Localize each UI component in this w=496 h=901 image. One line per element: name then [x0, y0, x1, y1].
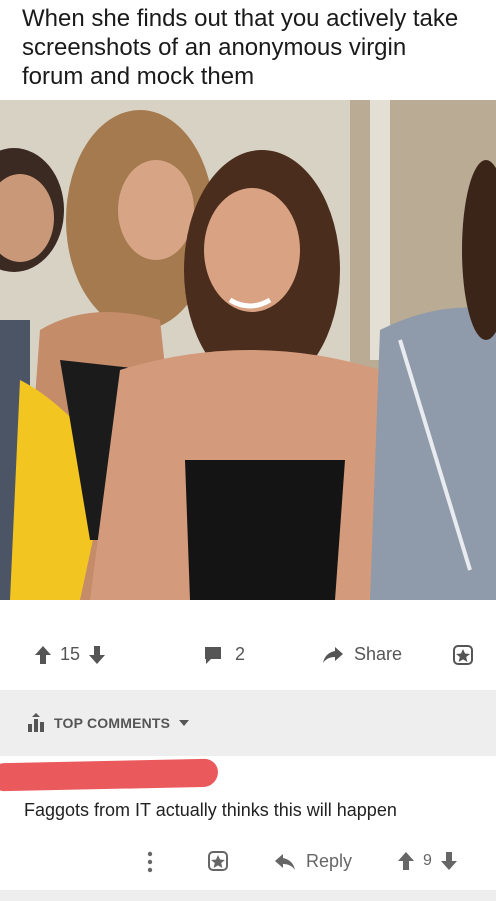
upvote-arrow-icon[interactable]	[34, 645, 52, 665]
comment-item: Faggots from IT actually thinks this wil…	[0, 756, 496, 890]
reply-arrow-icon	[274, 853, 296, 871]
post-vote-group: 15	[34, 644, 106, 665]
more-options-icon[interactable]	[147, 851, 153, 873]
comments-sort-header[interactable]: TOP COMMENTS	[0, 690, 496, 756]
comment-vote-count: 9	[423, 852, 432, 869]
comment-action-bar: Reply 9	[0, 848, 496, 878]
chevron-down-icon	[178, 719, 190, 727]
share-button[interactable]: Share	[322, 644, 402, 665]
post-action-bar: 15 2 Share	[0, 630, 496, 682]
bottom-divider	[0, 890, 496, 901]
comment-award-icon[interactable]	[207, 850, 229, 872]
redaction-mark	[0, 758, 219, 792]
comment-upvote-arrow-icon[interactable]	[397, 851, 415, 871]
comment-vote-group: 9	[397, 851, 458, 871]
comment-bubble-icon	[203, 645, 223, 665]
meme-caption: When she finds out that you actively tak…	[22, 5, 459, 90]
post-vote-count: 15	[60, 644, 81, 664]
comment-count: 2	[235, 644, 246, 664]
share-label: Share	[354, 644, 403, 664]
downvote-arrow-icon[interactable]	[88, 645, 106, 665]
award-icon[interactable]	[452, 644, 474, 666]
photo-illustration	[0, 100, 496, 600]
reply-label: Reply	[306, 851, 353, 871]
sort-bars-icon	[26, 713, 46, 733]
comment-downvote-arrow-icon[interactable]	[440, 851, 458, 871]
reply-button[interactable]: Reply	[274, 851, 352, 872]
share-arrow-icon	[322, 646, 344, 664]
comments-button[interactable]: 2	[203, 644, 245, 665]
comment-body: Faggots from IT actually thinks this wil…	[24, 800, 397, 820]
sort-label: TOP COMMENTS	[54, 715, 171, 731]
meme-photo[interactable]	[0, 100, 496, 600]
